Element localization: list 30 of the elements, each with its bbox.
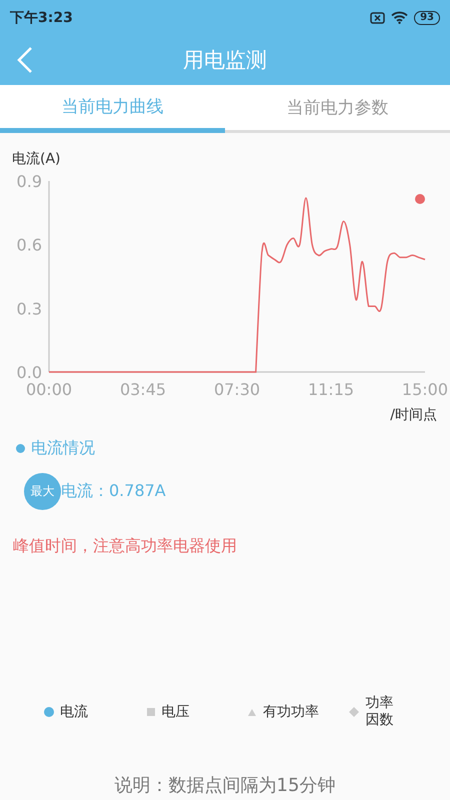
legend-item[interactable]: 功率因数 xyxy=(348,695,394,729)
warning-text: 峰值时间，注意高功率电器使用 xyxy=(13,536,238,557)
sim-icon xyxy=(370,12,386,24)
legend-circle-icon xyxy=(44,707,54,717)
x-axis-title: /时间点 xyxy=(390,407,437,423)
max-current: 电流：0.787A xyxy=(61,481,166,502)
y-tick-label: 0.0 xyxy=(16,363,42,382)
legend-square-icon xyxy=(146,707,156,717)
y-tick-label: 0.3 xyxy=(16,299,42,318)
legend-item[interactable]: 电压 xyxy=(146,703,190,721)
max-badge: 最大 xyxy=(24,473,61,510)
x-tick-label: 00:00 xyxy=(26,380,72,399)
y-tick-label: 0.6 xyxy=(16,236,42,255)
y-tick-label: 0.9 xyxy=(16,172,42,191)
section-heading: 电流情况 xyxy=(31,438,95,459)
x-tick-label: 11:15 xyxy=(308,380,354,399)
interval-note: 说明：数据点间隔为15分钟 xyxy=(114,774,336,797)
legend-item[interactable]: 电流 xyxy=(44,703,88,721)
legend-item[interactable]: 有功功率 xyxy=(247,703,319,721)
y-axis-title: 电流(A) xyxy=(12,151,61,167)
x-tick-label: 15:00 xyxy=(402,380,448,399)
wifi-icon xyxy=(391,11,408,24)
legend-diamond-icon xyxy=(348,707,358,717)
status-time: 下午3:23 xyxy=(10,8,73,26)
x-tick-label: 03:45 xyxy=(120,380,166,399)
battery-level: 93 xyxy=(414,10,440,24)
bullet-dot xyxy=(16,444,25,453)
legend-triangle-icon xyxy=(247,707,257,717)
x-tick-label: 07:30 xyxy=(214,380,260,399)
page-title: 用电监测 xyxy=(182,47,268,74)
